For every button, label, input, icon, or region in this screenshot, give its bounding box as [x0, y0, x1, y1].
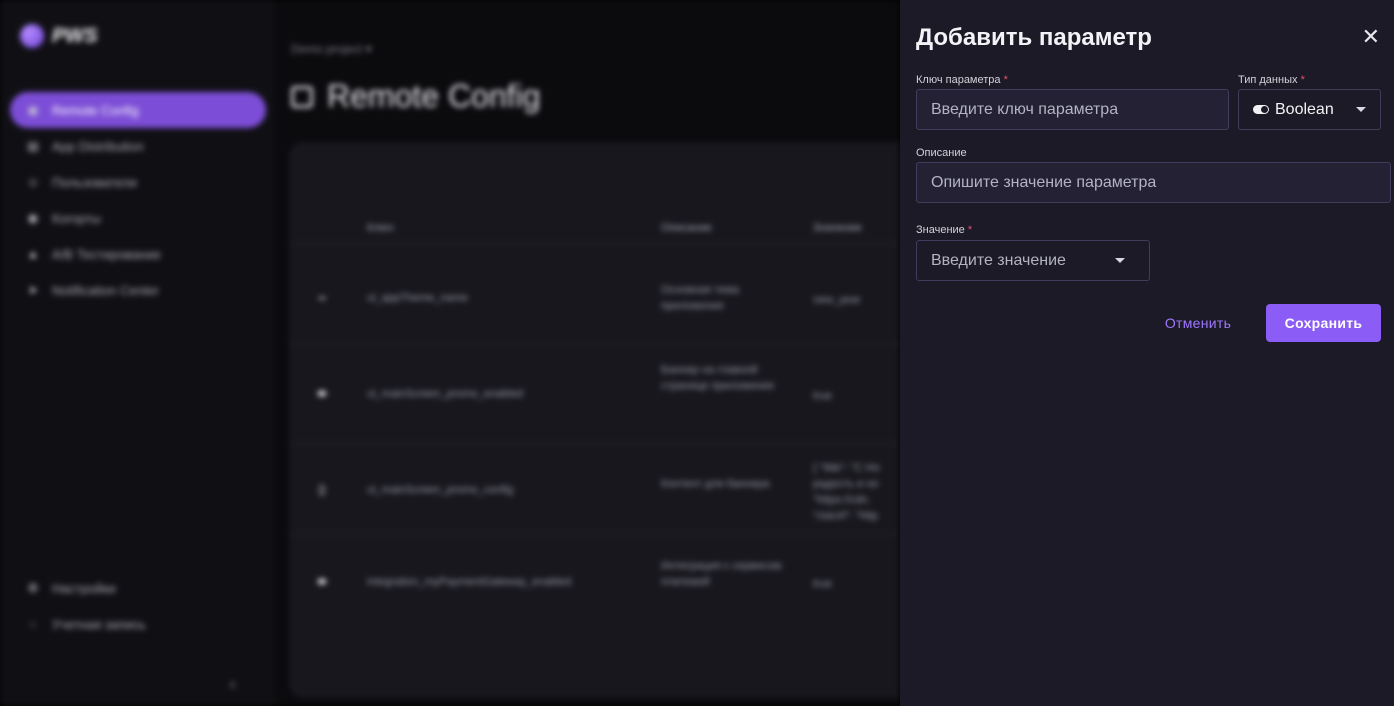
logo: PWS — [20, 24, 98, 48]
logo-icon — [20, 24, 44, 48]
string-type-icon: ━ — [318, 293, 326, 305]
sidebar-item-label: App Distribution — [52, 138, 144, 154]
chevron-down-icon: ▾ — [365, 42, 372, 56]
project-name: Demo project — [291, 42, 363, 56]
table-row[interactable]: ⬬ integration_myPaymentGateway_enabled И… — [289, 534, 900, 626]
cohorts-icon: ◉ — [27, 211, 39, 225]
sidebar-item-notification-center[interactable]: ➤ Notification Center — [10, 272, 266, 308]
page-title: Remote Config — [291, 78, 540, 115]
chevron-down-icon — [1115, 258, 1125, 263]
sidebar-item-app-distribution[interactable]: ▤ App Distribution — [10, 128, 266, 164]
row-key: integration_myPaymentGateway_enabled — [367, 576, 572, 588]
table-row[interactable]: ⬬ ui_mainScreen_promo_enabled Баннер на … — [289, 344, 900, 444]
key-field — [916, 89, 1229, 130]
send-icon: ➤ — [27, 283, 39, 297]
row-description: Баннер на главной странице приложения — [661, 364, 774, 392]
description-label: Описание — [916, 147, 967, 159]
column-header-description: Описание — [661, 222, 712, 234]
logo-text: PWS — [52, 24, 98, 47]
flask-icon: ▲ — [27, 247, 39, 261]
table-row[interactable]: ━ ui_appTheme_name Основная тема приложе… — [289, 252, 900, 344]
value-select[interactable]: Введите значение — [916, 240, 1150, 281]
row-value: { "title": "С Но радость и но "https://c… — [813, 462, 880, 522]
sidebar-item-ab-testing[interactable]: ▲ A/B Тестирование — [10, 236, 266, 272]
sidebar-item-account[interactable]: ◌ Учетная запись — [10, 606, 266, 642]
avatar-icon: ◌ — [29, 617, 37, 631]
type-label: Тип данных * — [1238, 74, 1305, 86]
sidebar-item-cohorts[interactable]: ◉ Когорты — [10, 200, 266, 236]
key-input[interactable] — [917, 90, 1228, 129]
data-type-select[interactable]: Boolean — [1238, 89, 1381, 130]
chevron-down-icon — [1356, 107, 1366, 112]
page-title-text: Remote Config — [327, 78, 541, 114]
value-placeholder: Введите значение — [931, 251, 1066, 269]
project-selector[interactable]: Demo project ▾ — [291, 42, 372, 56]
table-header: Ключ Описание Значение — [289, 214, 900, 244]
parameters-table: Ключ Описание Значение ━ ui_appTheme_nam… — [289, 142, 900, 698]
row-value: true — [813, 390, 832, 402]
row-value: new_year — [813, 294, 861, 306]
background-app: PWS ▣ Remote Config ▤ App Distribution ☺… — [0, 0, 900, 706]
description-field — [916, 162, 1391, 203]
row-key: ui_appTheme_name — [367, 292, 468, 304]
sidebar: PWS ▣ Remote Config ▤ App Distribution ☺… — [0, 0, 275, 706]
required-mark: * — [1300, 74, 1305, 86]
data-type-value: Boolean — [1275, 100, 1334, 118]
remote-config-icon: ▣ — [27, 103, 39, 117]
toggle-icon — [1253, 105, 1269, 114]
row-description: Контент для баннера — [661, 478, 770, 490]
sidebar-item-label: Remote Config — [52, 102, 139, 118]
add-parameter-drawer: Добавить параметр ✕ Ключ параметра * Тип… — [900, 0, 1394, 706]
sidebar-item-remote-config[interactable]: ▣ Remote Config — [10, 92, 266, 128]
toggle-icon: ⬬ — [317, 576, 327, 588]
sidebar-nav: ▣ Remote Config ▤ App Distribution ☺ Пол… — [10, 92, 266, 308]
value-label: Значение * — [916, 224, 973, 236]
save-button[interactable]: Сохранить — [1266, 304, 1381, 342]
drawer-title: Добавить параметр — [916, 24, 1152, 51]
main-content: Demo project ▾ Remote Config Ключ Описан… — [275, 0, 900, 706]
sidebar-item-label: Учетная запись — [52, 616, 146, 632]
key-label: Ключ параметра * — [916, 74, 1008, 86]
sidebar-item-label: Когорты — [52, 210, 101, 226]
sidebar-item-label: Пользователи — [52, 174, 137, 190]
json-type-icon: {} — [318, 484, 326, 496]
required-mark: * — [967, 224, 973, 236]
column-header-value: Значение — [813, 222, 862, 234]
row-key: ui_mainScreen_promo_config — [367, 484, 514, 496]
row-description: Основная тема приложения — [661, 284, 740, 312]
users-icon: ☺ — [26, 175, 40, 189]
sidebar-item-label: A/B Тестирование — [52, 246, 161, 262]
column-header-key: Ключ — [367, 222, 394, 234]
box-icon: ▤ — [27, 139, 39, 153]
toggle-icon: ⬬ — [317, 388, 327, 400]
row-description: Интеграция с сервисом платежей — [661, 560, 782, 588]
description-input[interactable] — [917, 163, 1390, 202]
close-icon[interactable]: ✕ — [1362, 24, 1380, 50]
cancel-button[interactable]: Отменить — [1158, 304, 1238, 342]
sidebar-item-label: Notification Center — [52, 282, 159, 298]
table-row[interactable]: {} ui_mainScreen_promo_config Контент дл… — [289, 444, 900, 534]
remote-config-icon — [291, 85, 313, 108]
sidebar-item-label: Настройки — [52, 580, 116, 596]
row-key: ui_mainScreen_promo_enabled — [367, 388, 523, 400]
row-value: true — [813, 578, 832, 590]
sidebar-item-users[interactable]: ☺ Пользователи — [10, 164, 266, 200]
required-mark: * — [1003, 74, 1008, 86]
gear-icon: ⚙ — [27, 581, 39, 595]
collapse-sidebar-icon[interactable]: ‹ — [230, 676, 235, 694]
sidebar-item-settings[interactable]: ⚙ Настройки — [10, 570, 266, 606]
sidebar-bottom: ⚙ Настройки ◌ Учетная запись — [10, 570, 266, 642]
